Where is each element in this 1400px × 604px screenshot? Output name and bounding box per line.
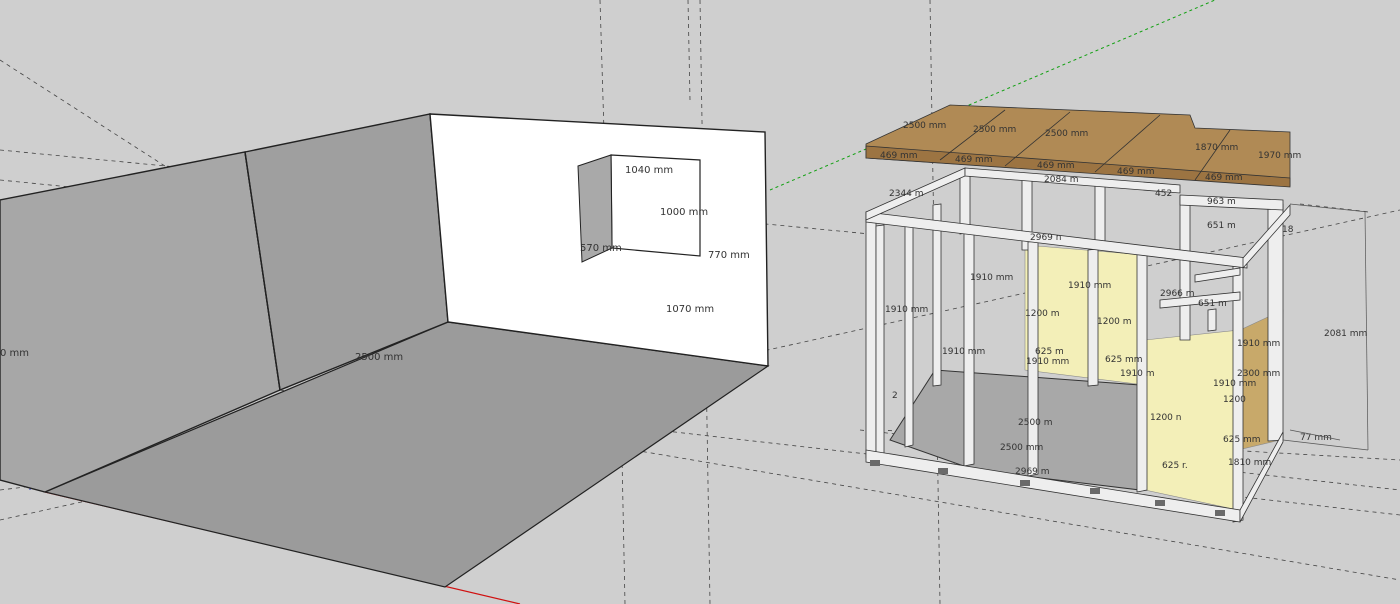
svg-text:1910 mm: 1910 mm <box>1026 357 1069 367</box>
svg-text:651 m: 651 m <box>1207 221 1236 231</box>
model-canvas[interactable]: 1040 mm 1000 mm 570 mm 770 mm 1070 mm 25… <box>0 0 1400 604</box>
svg-text:2500 mm: 2500 mm <box>1000 443 1043 453</box>
svg-text:2344 m: 2344 m <box>889 189 924 199</box>
svg-text:18: 18 <box>1282 225 1294 235</box>
svg-text:2084 m: 2084 m <box>1044 175 1079 185</box>
svg-text:2500 m: 2500 m <box>1018 418 1053 428</box>
svg-text:651 m: 651 m <box>1198 299 1227 309</box>
svg-text:1910 mm: 1910 mm <box>1213 379 1256 389</box>
svg-text:2969 n: 2969 n <box>1030 233 1061 243</box>
svg-text:469 mm: 469 mm <box>1037 161 1075 171</box>
dim-window-offset: 770 mm <box>708 250 750 261</box>
shed-dimension-lines <box>1282 203 1369 451</box>
svg-text:1910 mm: 1910 mm <box>1068 281 1111 291</box>
shed-model[interactable] <box>865 104 1291 523</box>
svg-text:1200 m: 1200 m <box>1025 309 1060 319</box>
sketchup-viewport[interactable]: 1040 mm 1000 mm 570 mm 770 mm 1070 mm 25… <box>0 0 1400 604</box>
svg-text:2300 mm: 2300 mm <box>1237 369 1280 379</box>
svg-text:1200 m: 1200 m <box>1097 317 1132 327</box>
dim-window-height: 1000 mm <box>660 207 708 218</box>
svg-text:1870 mm: 1870 mm <box>1195 143 1238 153</box>
svg-text:469 mm: 469 mm <box>1205 173 1243 183</box>
svg-text:1200 n: 1200 n <box>1150 413 1181 423</box>
svg-text:452: 452 <box>1155 189 1172 199</box>
svg-text:2966 m: 2966 m <box>1160 289 1195 299</box>
svg-text:1910 m: 1910 m <box>1120 369 1155 379</box>
svg-text:1910 mm: 1910 mm <box>885 305 928 315</box>
svg-text:625 mm: 625 mm <box>1105 355 1143 365</box>
svg-text:625 m: 625 m <box>1035 347 1064 357</box>
svg-text:469 mm: 469 mm <box>955 155 993 165</box>
svg-text:1910 mm: 1910 mm <box>970 273 1013 283</box>
svg-text:469 mm: 469 mm <box>880 151 918 161</box>
svg-text:1810 mm: 1810 mm <box>1228 458 1271 468</box>
dim-left-edge: 0 mm <box>0 348 29 359</box>
svg-text:469 mm: 469 mm <box>1117 167 1155 177</box>
svg-text:963 m: 963 m <box>1207 197 1236 207</box>
svg-text:1910 mm: 1910 mm <box>942 347 985 357</box>
svg-text:2: 2 <box>892 391 898 401</box>
svg-text:625 mm: 625 mm <box>1223 435 1261 445</box>
svg-text:2969 m: 2969 m <box>1015 467 1050 477</box>
dim-window-reveal: 570 mm <box>580 243 622 254</box>
svg-text:2500 mm: 2500 mm <box>903 121 946 131</box>
dim-floor-length: 2500 mm <box>355 352 403 363</box>
svg-text:2500 mm: 2500 mm <box>1045 129 1088 139</box>
dim-sill-height: 1070 mm <box>666 304 714 315</box>
dim-window-width: 1040 mm <box>625 165 673 176</box>
svg-text:1970 mm: 1970 mm <box>1258 151 1301 161</box>
svg-text:1200: 1200 <box>1223 395 1246 405</box>
svg-text:625 r.: 625 r. <box>1162 461 1188 471</box>
svg-text:77 mm: 77 mm <box>1300 433 1332 443</box>
svg-text:2081 mm: 2081 mm <box>1324 329 1367 339</box>
svg-text:2500 mm: 2500 mm <box>973 125 1016 135</box>
svg-text:1910 mm: 1910 mm <box>1237 339 1280 349</box>
left-room[interactable] <box>0 113 770 588</box>
